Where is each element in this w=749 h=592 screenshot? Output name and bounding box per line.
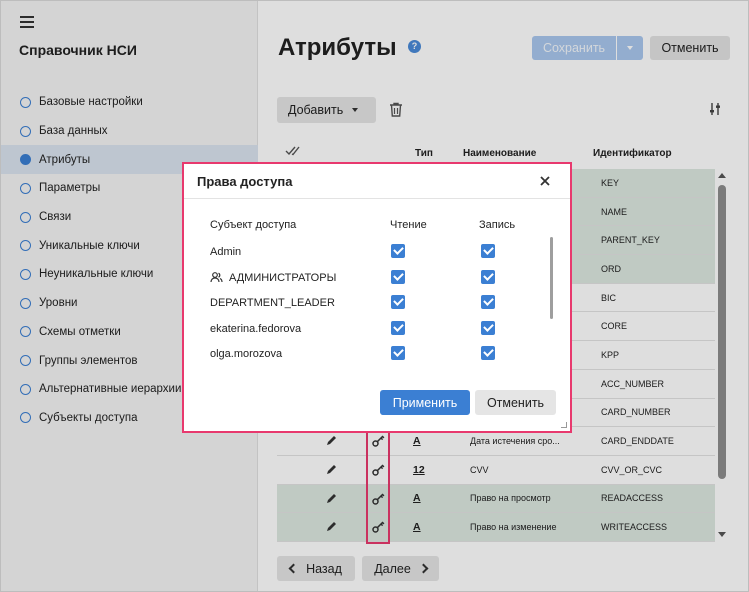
subject-cell: Admin — [210, 239, 241, 265]
dialog-header: Права доступа — [184, 164, 570, 199]
close-icon[interactable] — [539, 175, 551, 187]
write-checkbox[interactable] — [481, 346, 495, 361]
subject-cell: olga.morozova — [210, 341, 282, 367]
access-row: АДМИНИСТРАТОРЫ — [184, 265, 554, 291]
dialog-title: Права доступа — [197, 174, 293, 189]
read-checkbox[interactable] — [391, 269, 405, 284]
access-rights-dialog: Права доступа Субъект доступа Чтение Зап… — [182, 162, 572, 433]
access-row: Admin — [184, 239, 554, 265]
write-checkbox[interactable] — [481, 269, 495, 284]
read-checkbox[interactable] — [391, 244, 405, 258]
subject-label: Admin — [210, 246, 242, 258]
dialog-cancel-button[interactable]: Отменить — [475, 390, 556, 415]
user-group-icon — [210, 272, 223, 283]
dialog-column-subject: Субъект доступа — [210, 219, 297, 231]
subject-label: ekaterina.fedorova — [210, 322, 302, 335]
access-row: DEPARTMENT_LEADER — [184, 290, 554, 316]
apply-button[interactable]: Применить — [380, 390, 470, 415]
access-row: olga.morozova — [184, 341, 554, 367]
subject-cell: ekaterina.fedorova — [210, 316, 301, 342]
subject-cell: АДМИНИСТРАТОРЫ — [210, 265, 336, 291]
write-checkbox[interactable] — [481, 320, 495, 335]
dialog-column-write: Запись — [479, 219, 516, 231]
write-checkbox[interactable] — [481, 244, 495, 258]
subject-label: DEPARTMENT_LEADER — [210, 297, 335, 310]
resize-grip-icon[interactable] — [561, 422, 567, 428]
read-checkbox[interactable] — [391, 320, 405, 335]
subject-label: olga.morozova — [210, 348, 283, 361]
dialog-column-read: Чтение — [390, 219, 427, 231]
access-row: ekaterina.fedorova — [184, 316, 554, 342]
read-checkbox[interactable] — [391, 295, 405, 310]
subject-label: АДМИНИСТРАТОРЫ — [229, 271, 337, 284]
app-window: Справочник НСИ Базовые настройки База дан… — [0, 0, 749, 592]
subject-cell: DEPARTMENT_LEADER — [210, 290, 335, 316]
read-checkbox[interactable] — [391, 346, 405, 361]
dialog-scrollbar[interactable] — [550, 237, 553, 319]
write-checkbox[interactable] — [481, 295, 495, 310]
